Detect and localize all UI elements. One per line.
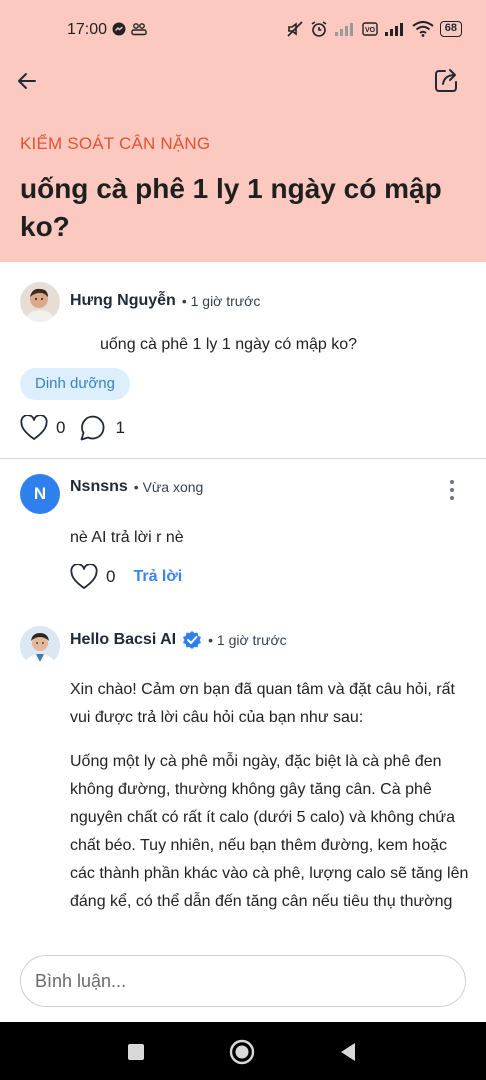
comment-time: • Vừa xong <box>133 479 204 495</box>
back-nav-button[interactable] <box>334 1038 362 1066</box>
comment-input[interactable] <box>20 955 466 1007</box>
page-title: uống cà phê 1 ly 1 ngày có mập ko? <box>20 173 442 242</box>
comment-composer <box>0 940 486 1022</box>
triangle-back-icon <box>341 1043 355 1061</box>
status-time: 17:00 <box>67 21 108 38</box>
avatar[interactable]: N <box>20 474 60 514</box>
comment-body: nè AI trả lời r nè <box>70 529 184 546</box>
arrow-left-icon <box>18 73 36 89</box>
share-button[interactable] <box>430 64 462 98</box>
post-header: 17:00 VO 68 KIỂM SOÁT CÂN NẶNG uống cà p… <box>0 0 486 262</box>
post-time: • 1 giờ trước <box>181 293 261 309</box>
comment-icon[interactable] <box>79 414 107 442</box>
alarm-icon <box>311 21 327 37</box>
avatar[interactable] <box>20 282 60 322</box>
back-button[interactable] <box>12 64 42 98</box>
comment-author[interactable]: Nsnsns <box>70 478 128 496</box>
ai-author[interactable]: Hello Bacsi AI <box>70 631 176 649</box>
ai-reply-paragraph-2: Uống một ly cà phê mỗi ngày, đặc biệt là… <box>70 753 469 910</box>
more-options-button[interactable] <box>442 478 462 502</box>
messenger-icon <box>112 22 126 36</box>
verified-badge-icon <box>182 630 202 650</box>
comment-like-count: 0 <box>106 567 116 586</box>
comment-actions: 0 Trả lời <box>70 564 182 590</box>
heart-icon[interactable] <box>20 415 48 441</box>
reply-button[interactable]: Trả lời <box>133 568 182 586</box>
category-label[interactable]: KIỂM SOÁT CÂN NẶNG <box>20 134 210 154</box>
contacts-icon <box>131 23 147 36</box>
square-icon <box>128 1044 144 1060</box>
doctor-avatar-icon <box>20 626 60 666</box>
comment-count: 1 <box>115 418 125 437</box>
recents-button[interactable] <box>122 1038 150 1066</box>
heart-icon[interactable] <box>70 564 98 590</box>
signal-icon <box>384 23 403 36</box>
ai-reply-paragraph-1: Xin chào! Cảm ơn bạn đã quan tâm và đặt … <box>70 681 455 726</box>
topic-tag[interactable]: Dinh dưỡng <box>20 368 130 400</box>
system-nav-bar <box>0 1022 486 1080</box>
divider <box>0 458 486 459</box>
wifi-icon <box>412 21 434 37</box>
battery-indicator: 68 <box>439 21 462 37</box>
child-photo-icon <box>20 282 60 322</box>
avatar-letter: N <box>33 484 47 503</box>
post-body: uống cà phê 1 ly 1 ngày có mập ko? <box>100 336 358 353</box>
home-button[interactable] <box>228 1038 256 1066</box>
mute-icon <box>287 21 303 37</box>
signal-weak-icon <box>334 23 353 36</box>
share-icon <box>435 69 457 92</box>
status-bar: 17:00 VO 68 <box>0 0 486 60</box>
svg-text:VO: VO <box>365 27 376 34</box>
ai-reply-time: • 1 giờ trước <box>208 632 287 648</box>
circle-icon <box>229 1039 255 1065</box>
volte-icon: VO <box>362 22 378 36</box>
avatar[interactable] <box>20 626 60 666</box>
author-name[interactable]: Hưng Nguyễn <box>70 292 176 310</box>
like-count: 0 <box>56 418 66 437</box>
post-actions: 0 1 <box>20 414 139 442</box>
